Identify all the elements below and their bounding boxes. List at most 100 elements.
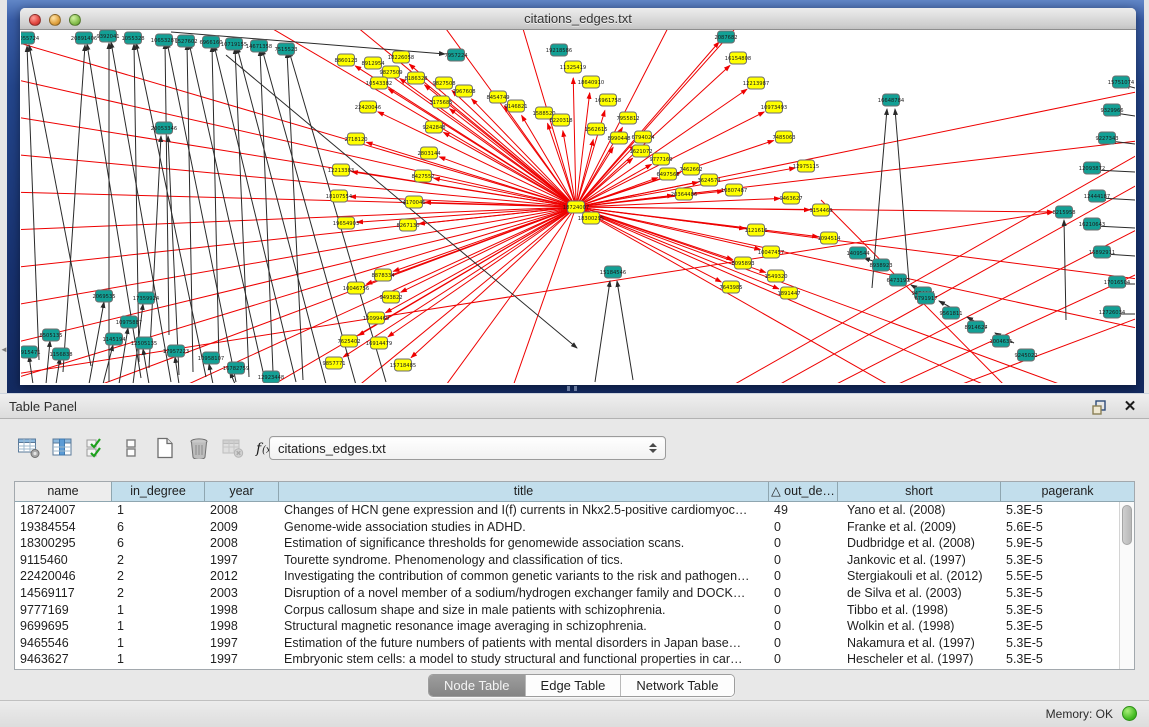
table-row[interactable]: 911546021997Tourette syndrome. Phenomeno…: [15, 552, 1134, 569]
graph-node[interactable]: 8220318: [549, 114, 572, 126]
graph-node[interactable]: 12093872: [1079, 162, 1105, 174]
graph-node[interactable]: 10719155: [221, 38, 247, 50]
graph-node[interactable]: 1121616: [744, 224, 767, 236]
tab-network-table[interactable]: Network Table: [621, 675, 733, 696]
graph-node[interactable]: 1156838: [49, 348, 72, 360]
graph-node[interactable]: 8990448: [607, 132, 630, 144]
graph-node[interactable]: 8912954: [361, 57, 385, 69]
column-header-name[interactable]: name: [15, 482, 112, 501]
graph-node[interactable]: 10958107: [198, 352, 224, 364]
table-panel-titlebar[interactable]: Table Panel ✕: [0, 393, 1149, 419]
graph-node[interactable]: 22420046: [355, 101, 381, 113]
graph-node[interactable]: 15718485: [390, 359, 416, 371]
graph-node[interactable]: 7485063: [772, 131, 795, 143]
graph-node[interactable]: 12444187: [1084, 190, 1110, 202]
network-window-titlebar[interactable]: citations_edges.txt: [20, 8, 1136, 30]
graph-node[interactable]: 16961758: [595, 94, 621, 106]
import-table-icon[interactable]: [218, 434, 248, 462]
graph-node[interactable]: 9857771: [322, 357, 345, 369]
graph-node[interactable]: 2718120: [344, 133, 367, 145]
graph-node[interactable]: 9827508: [432, 77, 455, 89]
graph-node[interactable]: 8454749: [486, 91, 509, 103]
table-vertical-scrollbar[interactable]: [1119, 502, 1134, 669]
graph-node[interactable]: 10047457: [758, 246, 784, 258]
tab-edge-table[interactable]: Edge Table: [526, 675, 622, 696]
table-row[interactable]: 1938455462009Genome-wide association stu…: [15, 519, 1134, 536]
graph-node[interactable]: 9827509: [379, 66, 402, 78]
graph-node[interactable]: 9154469: [809, 204, 832, 216]
graph-node[interactable]: 8860123: [334, 54, 357, 66]
graph-node[interactable]: 16154808: [725, 52, 751, 64]
graph-node[interactable]: 16914479: [366, 337, 392, 349]
graph-node[interactable]: 1004631: [989, 335, 1012, 347]
graph-node[interactable]: 2087682: [714, 31, 737, 43]
graph-node[interactable]: 8215958: [1052, 206, 1075, 218]
graph-node[interactable]: 8427552: [411, 170, 434, 182]
graph-node[interactable]: 15184546: [600, 266, 626, 278]
graph-node[interactable]: 2967608: [452, 85, 475, 97]
graph-node[interactable]: 4170046: [402, 196, 425, 208]
graph-node[interactable]: 7625402: [337, 335, 360, 347]
column-header-out_degree[interactable]: △ out_de…: [769, 482, 838, 501]
new-file-icon[interactable]: [150, 434, 180, 462]
graph-node[interactable]: 11325419: [560, 61, 586, 73]
graph-node[interactable]: 15892911: [1089, 246, 1115, 258]
network-window[interactable]: citations_edges.txt 14055724208914069392…: [20, 8, 1136, 385]
graph-node[interactable]: 8186328: [404, 72, 427, 84]
graph-node[interactable]: 7955812: [616, 112, 639, 124]
graph-node[interactable]: 9242848: [422, 121, 445, 133]
graph-node[interactable]: 12726034: [1099, 306, 1126, 318]
graph-node[interactable]: 8095893: [731, 257, 754, 269]
graph-node[interactable]: 2803144: [417, 147, 441, 159]
table-row[interactable]: 946362711997Embryonic stem cells: a mode…: [15, 651, 1134, 668]
table-row[interactable]: 977716911998Corpus callosum shape and si…: [15, 602, 1134, 619]
graph-node[interactable]: 12213987: [743, 77, 769, 89]
collapse-panel-arrow-icon[interactable]: ◄: [0, 344, 7, 356]
graph-node[interactable]: 3624574: [697, 174, 721, 186]
tab-node-table[interactable]: Node Table: [429, 675, 526, 696]
graph-node[interactable]: 16099469: [363, 312, 389, 324]
table-row[interactable]: 2242004622012Investigating the contribut…: [15, 568, 1134, 585]
graph-node[interactable]: 1562615: [584, 123, 607, 135]
table-row[interactable]: 969969511998Structural magnetic resonanc…: [15, 618, 1134, 635]
rows-icon[interactable]: [116, 434, 146, 462]
graph-node[interactable]: 16210643: [1079, 218, 1105, 230]
graph-node[interactable]: 6794024: [631, 131, 655, 143]
graph-node[interactable]: 9146821: [504, 100, 527, 112]
table-row[interactable]: 946554611997Estimation of the future num…: [15, 635, 1134, 652]
select-column-icon[interactable]: [82, 434, 112, 462]
graph-node[interactable]: 1094514: [817, 232, 841, 244]
graph-node[interactable]: 18226058: [388, 51, 414, 63]
graph-node[interactable]: 14055724: [21, 32, 40, 44]
graph-node[interactable]: 12213383: [328, 164, 354, 176]
graph-node[interactable]: 10973493: [761, 101, 787, 113]
graph-node[interactable]: 2069535: [92, 290, 115, 302]
graph-node[interactable]: 1055328: [121, 32, 144, 44]
graph-node[interactable]: 18640910: [578, 76, 604, 88]
graph-node[interactable]: 9463627: [779, 192, 802, 204]
graph-node[interactable]: 19654903: [333, 217, 359, 229]
table-row[interactable]: 1830029562008Estimation of significance …: [15, 535, 1134, 552]
citation-network-graph[interactable]: 1405572420891406939204110553281065328715…: [21, 30, 1135, 383]
column-header-in_degree[interactable]: in_degree: [112, 482, 205, 501]
graph-node[interactable]: 8505135: [39, 329, 62, 341]
graph-node[interactable]: 1145194: [102, 333, 126, 345]
graph-node[interactable]: 1409544: [846, 247, 870, 259]
graph-node[interactable]: 16782759: [223, 362, 249, 374]
graph-node[interactable]: 15751074: [1108, 76, 1135, 88]
graph-node[interactable]: 10653287: [151, 34, 177, 46]
graph-node[interactable]: 9245022: [1014, 349, 1037, 361]
graph-node[interactable]: 7515523: [274, 43, 297, 55]
graph-node[interactable]: 16648784: [878, 94, 905, 106]
graph-node[interactable]: 6791917: [914, 292, 937, 304]
graph-node[interactable]: 3915471: [21, 346, 41, 358]
scrollbar-thumb[interactable]: [1122, 505, 1132, 545]
graph-node[interactable]: 14671358: [246, 40, 272, 52]
graph-node[interactable]: 9561811: [939, 307, 962, 319]
table-selector-dropdown[interactable]: citations_edges.txt: [269, 436, 666, 460]
graph-node[interactable]: 9392041: [96, 30, 119, 42]
memory-status-indicator[interactable]: [1122, 706, 1137, 721]
graph-node[interactable]: 9227343: [1095, 132, 1118, 144]
column-header-year[interactable]: year: [205, 482, 279, 501]
column-header-pagerank[interactable]: pagerank: [1001, 482, 1134, 501]
